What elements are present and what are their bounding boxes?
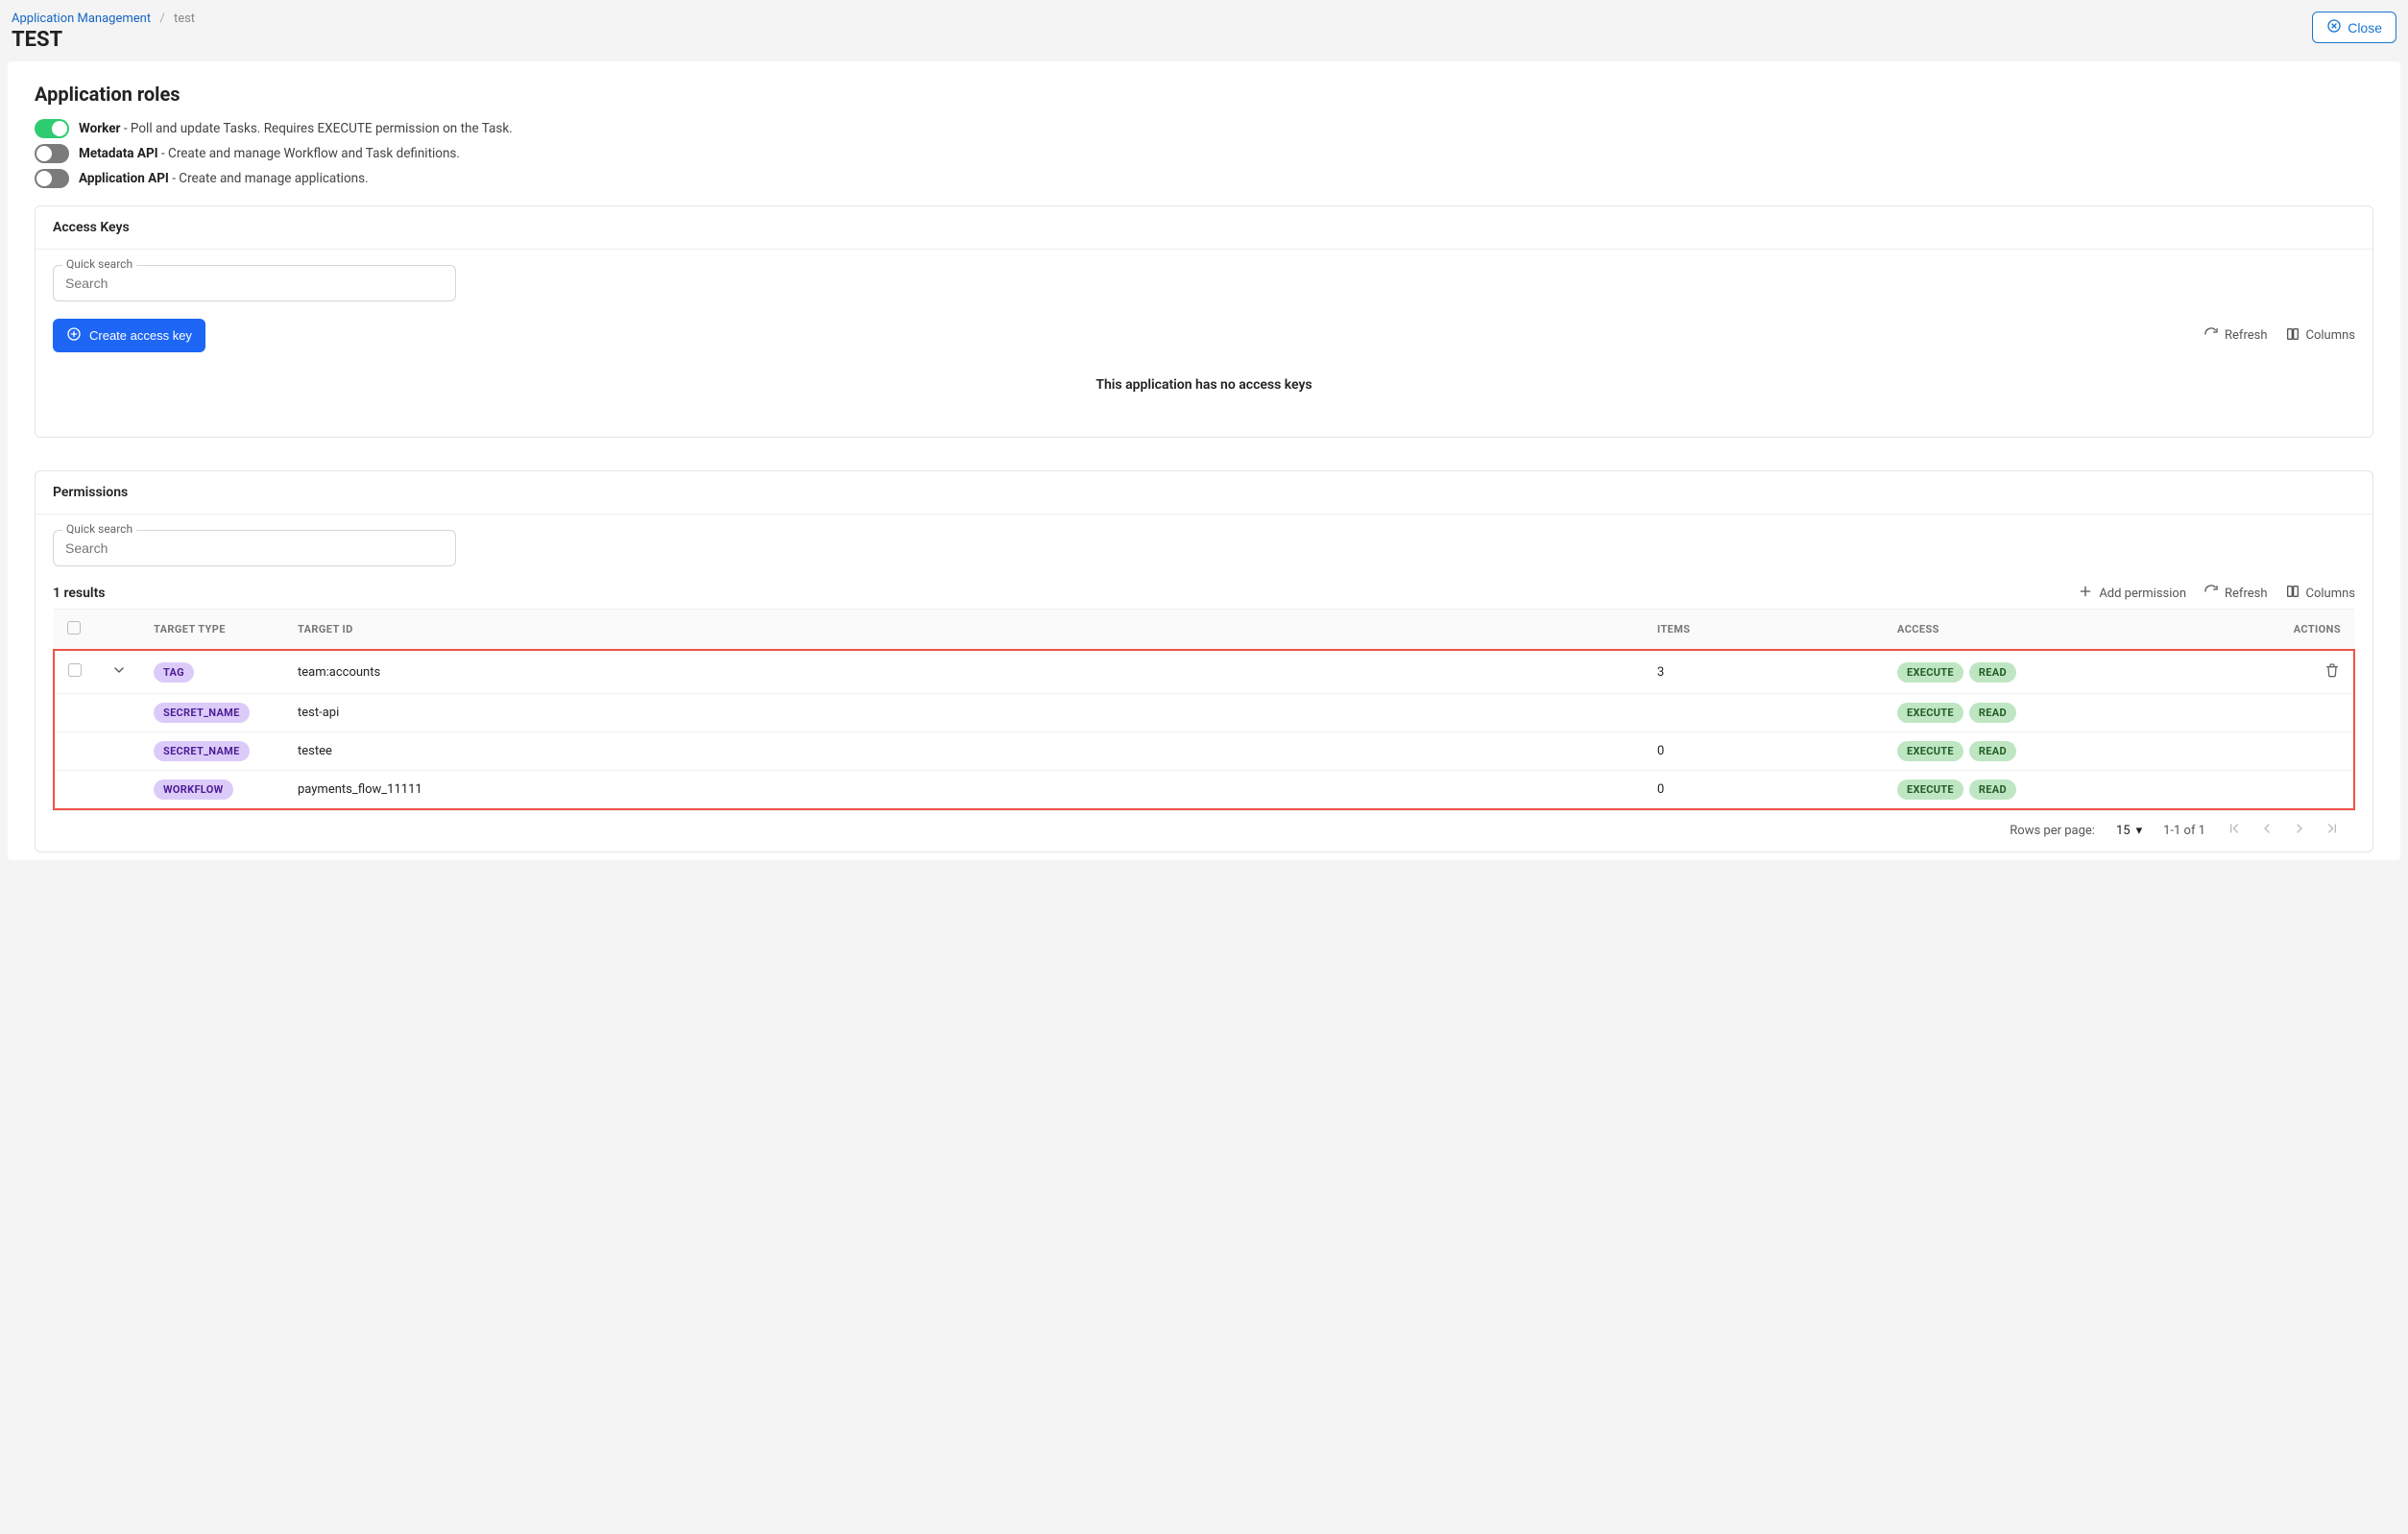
columns-icon <box>2285 326 2300 346</box>
permissions-card: Permissions Quick search 1 results Add p… <box>35 470 2373 852</box>
role-row: Application API - Create and manage appl… <box>35 169 2373 188</box>
refresh-icon <box>2203 326 2219 346</box>
permissions-heading: Permissions <box>36 471 2372 515</box>
access-cell: EXECUTE READ <box>1884 650 2268 694</box>
items-cell <box>1644 694 1884 732</box>
header-target-id[interactable]: TARGET ID <box>284 610 1644 651</box>
permissions-refresh-button[interactable]: Refresh <box>2203 584 2267 603</box>
rows-per-page-select[interactable]: 15 ▾ <box>2116 824 2142 838</box>
target-type-chip: WORKFLOW <box>154 779 233 800</box>
role-description: - Create and manage Workflow and Task de… <box>158 146 460 161</box>
role-row: Metadata API - Create and manage Workflo… <box>35 144 2373 163</box>
permissions-refresh-label: Refresh <box>2225 587 2267 601</box>
columns-icon <box>2285 584 2300 603</box>
access-keys-columns-label: Columns <box>2306 328 2356 343</box>
items-cell: 0 <box>1644 771 1884 810</box>
role-toggle[interactable] <box>35 144 69 163</box>
create-access-key-label: Create access key <box>89 328 192 343</box>
header-access[interactable]: ACCESS <box>1884 610 2268 651</box>
breadcrumb-separator: / <box>159 12 164 26</box>
refresh-icon <box>2203 584 2219 603</box>
target-type-chip: SECRET_NAME <box>154 741 250 761</box>
target-type-chip: TAG <box>154 662 194 683</box>
items-cell: 3 <box>1644 650 1884 694</box>
items-cell: 0 <box>1644 732 1884 771</box>
breadcrumb: Application Management / test <box>12 12 195 26</box>
page-next-button[interactable] <box>2292 821 2307 840</box>
access-keys-columns-button[interactable]: Columns <box>2285 326 2356 346</box>
table-row: SECRET_NAME testee0 EXECUTE READ <box>54 732 2354 771</box>
roles-heading: Application roles <box>35 83 2373 106</box>
access-cell: EXECUTE READ <box>1884 771 2268 810</box>
rows-per-page-value: 15 <box>2116 824 2131 838</box>
target-type-chip: SECRET_NAME <box>154 703 250 723</box>
row-checkbox[interactable] <box>68 663 82 677</box>
pagination-range: 1-1 of 1 <box>2163 824 2205 838</box>
pagination: Rows per page: 15 ▾ 1-1 of 1 <box>53 810 2355 851</box>
page-first-button[interactable] <box>2227 821 2242 840</box>
role-name: Worker <box>79 121 121 136</box>
role-name: Application API <box>79 171 169 186</box>
role-row: Worker - Poll and update Tasks. Requires… <box>35 119 2373 138</box>
target-id-cell: payments_flow_11111 <box>284 771 1644 810</box>
target-id-cell: test-api <box>284 694 1644 732</box>
permissions-columns-label: Columns <box>2306 587 2356 601</box>
access-chip: READ <box>1969 779 2016 800</box>
header-actions: ACTIONS <box>2268 610 2354 651</box>
add-permission-label: Add permission <box>2099 587 2186 601</box>
select-all-checkbox[interactable] <box>67 621 81 635</box>
access-cell: EXECUTE READ <box>1884 732 2268 771</box>
access-chip: EXECUTE <box>1897 779 1963 800</box>
role-toggle[interactable] <box>35 169 69 188</box>
permissions-result-count: 1 results <box>53 586 105 601</box>
table-row: WORKFLOW payments_flow_111110 EXECUTE READ <box>54 771 2354 810</box>
close-icon <box>2326 18 2342 36</box>
page-last-button[interactable] <box>2324 821 2340 840</box>
plus-icon <box>2078 584 2093 603</box>
role-toggle[interactable] <box>35 119 69 138</box>
header-target-type[interactable]: TARGET TYPE <box>140 610 284 651</box>
access-chip: READ <box>1969 703 2016 723</box>
close-button[interactable]: Close <box>2312 12 2396 43</box>
role-description: - Create and manage applications. <box>169 171 369 186</box>
rows-per-page-label: Rows per page: <box>2010 824 2095 838</box>
target-id-cell: team:accounts <box>284 650 1644 694</box>
access-chip: EXECUTE <box>1897 662 1963 683</box>
access-keys-empty-message: This application has no access keys <box>53 352 2355 421</box>
close-button-label: Close <box>2348 20 2382 36</box>
target-id-cell: testee <box>284 732 1644 771</box>
access-chip: READ <box>1969 662 2016 683</box>
page-prev-button[interactable] <box>2259 821 2275 840</box>
access-chip: READ <box>1969 741 2016 761</box>
page-title: TEST <box>12 28 195 52</box>
access-chip: EXECUTE <box>1897 741 1963 761</box>
breadcrumb-root-link[interactable]: Application Management <box>12 12 151 26</box>
role-name: Metadata API <box>79 146 158 161</box>
permissions-table: TARGET TYPE TARGET ID ITEMS ACCESS ACTIO… <box>53 609 2355 810</box>
dropdown-icon: ▾ <box>2136 824 2143 838</box>
table-row: SECRET_NAME test-api EXECUTE READ <box>54 694 2354 732</box>
table-row: TAG team:accounts3 EXECUTE READ <box>54 650 2354 694</box>
access-chip: EXECUTE <box>1897 703 1963 723</box>
chevron-down-icon[interactable] <box>111 667 127 682</box>
access-cell: EXECUTE READ <box>1884 694 2268 732</box>
add-permission-button[interactable]: Add permission <box>2078 584 2186 603</box>
access-keys-refresh-label: Refresh <box>2225 328 2267 343</box>
header-items[interactable]: ITEMS <box>1644 610 1884 651</box>
access-keys-heading: Access Keys <box>36 206 2372 250</box>
access-keys-search-label: Quick search <box>62 257 136 271</box>
permissions-search-label: Quick search <box>62 522 136 536</box>
create-access-key-button[interactable]: Create access key <box>53 319 205 352</box>
plus-circle-icon <box>66 326 82 345</box>
delete-row-button[interactable] <box>2324 667 2340 682</box>
access-keys-refresh-button[interactable]: Refresh <box>2203 326 2267 346</box>
access-keys-card: Access Keys Quick search Create access k… <box>35 205 2373 438</box>
permissions-columns-button[interactable]: Columns <box>2285 584 2356 603</box>
role-description: - Poll and update Tasks. Requires EXECUT… <box>121 121 513 136</box>
breadcrumb-current: test <box>174 12 195 26</box>
